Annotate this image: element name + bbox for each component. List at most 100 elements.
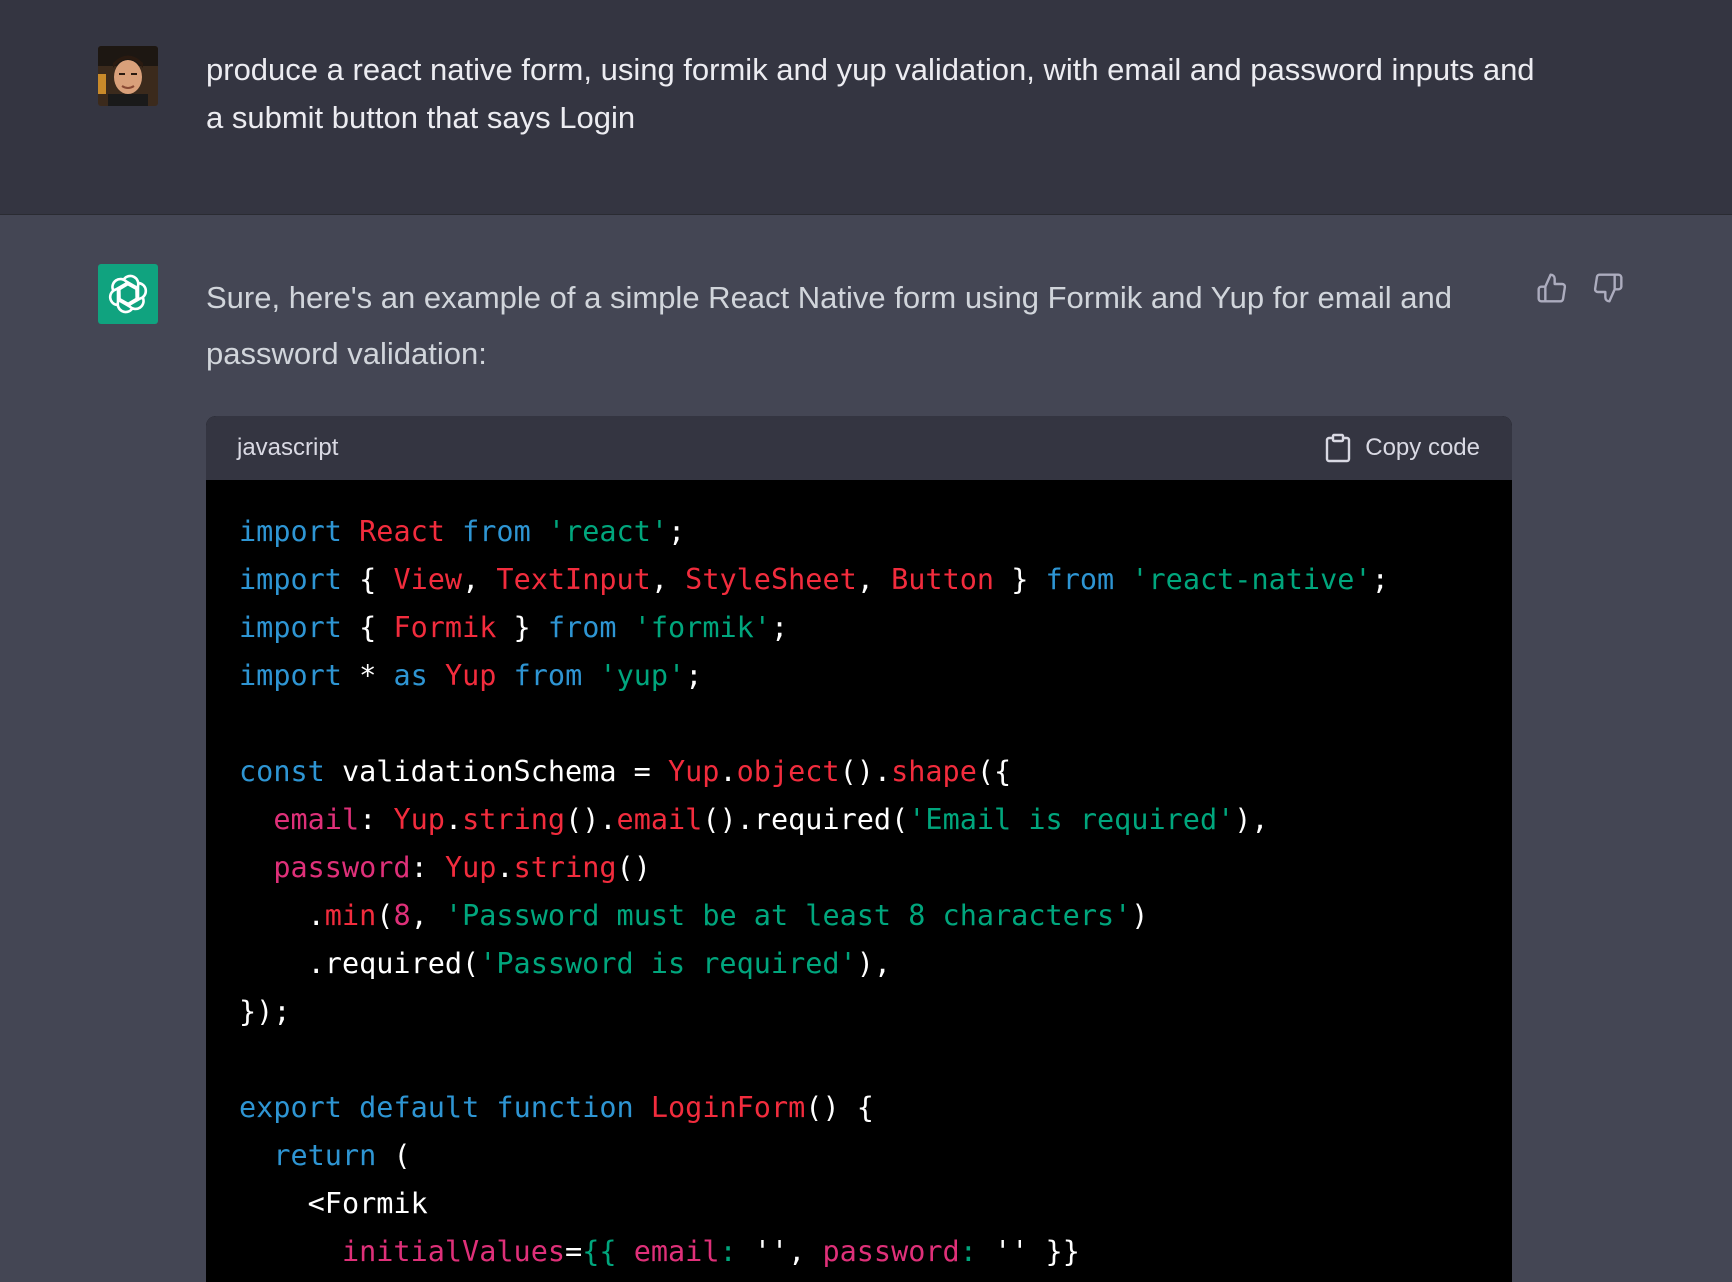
code-token: as	[393, 659, 428, 692]
code-token: :	[359, 803, 394, 836]
code-token: .	[719, 755, 737, 788]
user-avatar	[98, 46, 158, 106]
code-token: ;	[685, 659, 703, 692]
code-line: import * as Yup from 'yup';	[239, 652, 1512, 700]
code-token: =	[565, 1235, 583, 1268]
code-token: Yup	[444, 659, 497, 692]
code-token: from	[513, 659, 583, 692]
code-token: ,	[410, 899, 445, 932]
code-token: {	[341, 563, 394, 596]
code-token: 'Password is required'	[479, 947, 857, 980]
code-line: import { View, TextInput, StyleSheet, Bu…	[239, 556, 1512, 604]
code-token: });	[239, 995, 291, 1028]
openai-logo-icon	[98, 264, 158, 324]
code-line: export default function LoginForm() {	[239, 1084, 1512, 1132]
code-token: (	[376, 899, 394, 932]
thumbs-up-button[interactable]	[1535, 271, 1569, 305]
code-token: ;	[668, 515, 686, 548]
code-token: ,	[650, 563, 686, 596]
code-token: 'Email is required'	[908, 803, 1235, 836]
code-token: 'formik'	[633, 611, 771, 644]
code-token: function	[496, 1091, 634, 1124]
code-token: )	[1131, 899, 1149, 932]
code-token: ().	[565, 803, 617, 836]
code-line: .min(8, 'Password must be at least 8 cha…	[239, 892, 1512, 940]
code-token: StyleSheet	[685, 563, 857, 596]
code-token: {	[341, 611, 394, 644]
code-token: import	[239, 611, 342, 644]
code-token: email	[273, 803, 360, 836]
code-content: import React from 'react'; import { View,…	[206, 480, 1512, 1276]
thumbs-down-button[interactable]	[1591, 271, 1625, 305]
code-token: ;	[1371, 563, 1389, 596]
thumbs-up-icon	[1537, 273, 1567, 303]
code-token: ({	[976, 755, 1012, 788]
code-token: string	[462, 803, 566, 836]
code-token: validationSchema =	[324, 755, 668, 788]
code-block: javascript Copy code import React from '…	[206, 416, 1512, 1282]
code-token: export	[239, 1091, 342, 1124]
code-token: from	[1045, 563, 1115, 596]
code-token: ),	[1234, 803, 1269, 836]
copy-code-button[interactable]: Copy code	[1325, 433, 1480, 463]
code-token: Button	[891, 563, 995, 596]
code-token: :	[410, 851, 445, 884]
code-token: ()	[616, 851, 651, 884]
code-line: });	[239, 988, 1512, 1036]
code-token: string	[513, 851, 617, 884]
code-line: const validationSchema = Yup.object().sh…	[239, 748, 1512, 796]
code-token: import	[239, 659, 342, 692]
clipboard-icon	[1326, 433, 1351, 463]
code-token: const	[239, 755, 325, 788]
assistant-message-text: Sure, here's an example of a simple Reac…	[206, 280, 1452, 371]
code-token: .required(	[239, 947, 480, 980]
code-language-label: javascript	[237, 434, 339, 461]
code-token: min	[324, 899, 377, 932]
code-token: initialValues	[341, 1235, 566, 1268]
code-token: '' }}	[976, 1235, 1080, 1268]
code-token: .	[239, 899, 325, 932]
code-token: Formik	[393, 611, 497, 644]
code-token: (	[376, 1139, 411, 1172]
code-token: :	[959, 1235, 977, 1268]
code-token: }	[994, 563, 1046, 596]
code-token: import	[239, 563, 342, 596]
code-token: Yup	[393, 803, 445, 836]
code-token: }	[496, 611, 548, 644]
code-token: 'Password must be at least 8 characters'	[444, 899, 1132, 932]
code-token: ,	[856, 563, 892, 596]
code-token: LoginForm	[650, 1091, 806, 1124]
code-token: View	[393, 563, 463, 596]
code-token: 8	[393, 899, 411, 932]
code-token: ;	[770, 611, 789, 644]
code-token: 'yup'	[599, 659, 686, 692]
code-token: email	[616, 803, 703, 836]
user-message: produce a react native form, using formi…	[0, 0, 1732, 215]
code-token: TextInput	[496, 563, 651, 596]
code-line: .required('Password is required'),	[239, 940, 1512, 988]
code-token: .	[496, 851, 514, 884]
code-token: *	[341, 659, 394, 692]
code-line: email: Yup.string().email().required('Em…	[239, 796, 1512, 844]
code-token: import	[239, 515, 342, 548]
code-token: React	[359, 515, 445, 548]
code-token: 'react-native'	[1131, 563, 1372, 596]
code-token: object	[736, 755, 840, 788]
code-token: '',	[736, 1235, 823, 1268]
code-line: initialValues={{ email: '', password: ''…	[239, 1228, 1512, 1276]
code-line: import React from 'react';	[239, 508, 1512, 556]
user-message-text: produce a react native form, using formi…	[206, 52, 1535, 135]
